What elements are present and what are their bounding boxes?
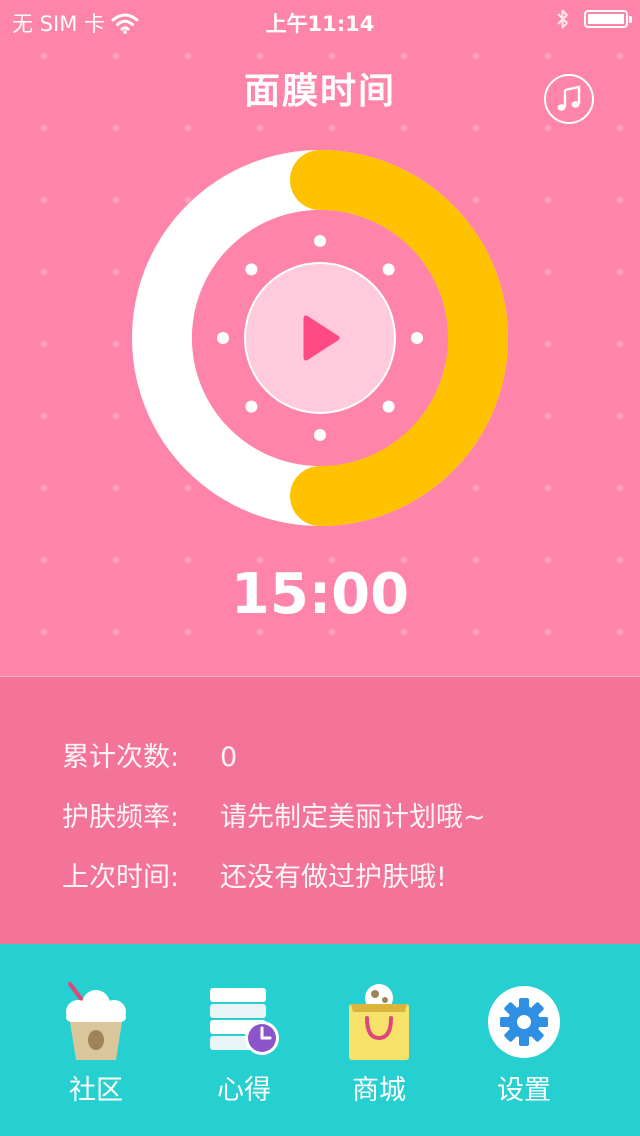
tick-dot — [314, 235, 326, 247]
info-panel: 累计次数: 0 护肤频率: 请先制定美丽计划哦~ 上次时间: 还没有做过护肤哦! — [0, 676, 640, 944]
shopping-bag-icon — [349, 984, 409, 1060]
tick-dot — [382, 400, 395, 413]
status-time: 上午11:14 — [265, 12, 375, 36]
timer-display: 15:00 — [230, 562, 410, 627]
tab-settings[interactable]: 设置 — [444, 944, 604, 1136]
info-value: 还没有做过护肤哦! — [220, 862, 447, 893]
timer-area: 无 SIM 卡 上午11:14 面膜时间 15:00 — [0, 0, 640, 676]
info-row-last-time: 上次时间: 还没有做过护肤哦! — [62, 855, 620, 894]
gear-icon — [488, 986, 560, 1058]
tab-shop[interactable]: 商城 — [299, 944, 459, 1136]
info-label: 累计次数: — [62, 742, 180, 773]
tab-label: 社区 — [69, 1075, 123, 1106]
tick-dot — [245, 400, 258, 413]
music-button[interactable] — [544, 74, 594, 124]
tab-label: 设置 — [497, 1075, 551, 1106]
tab-community[interactable]: 社区 — [16, 944, 176, 1136]
info-value: 请先制定美丽计划哦~ — [220, 802, 486, 833]
timer-dial[interactable] — [130, 148, 510, 528]
info-row-frequency: 护肤频率: 请先制定美丽计划哦~ — [62, 795, 620, 834]
info-row-count: 累计次数: 0 — [62, 735, 620, 774]
status-right — [556, 8, 632, 30]
ice-cream-cup-icon — [66, 982, 126, 1060]
music-note-icon — [557, 85, 581, 111]
notes-clock-icon — [210, 988, 279, 1055]
info-value: 0 — [220, 742, 238, 773]
bluetooth-icon — [557, 9, 568, 29]
tick-dot — [217, 332, 229, 344]
tick-dot — [382, 263, 395, 276]
tab-label: 商城 — [352, 1075, 406, 1106]
mask-timer-screen: 无 SIM 卡 上午11:14 面膜时间 15:00 累计次数: 0 护肤频率:… — [0, 0, 640, 1136]
status-bar: 无 SIM 卡 上午11:14 — [0, 0, 640, 40]
tick-dot — [314, 429, 326, 441]
battery-icon — [584, 10, 632, 28]
info-label: 上次时间: — [62, 862, 180, 893]
tick-dot — [245, 263, 258, 276]
tab-bar: 社区 心得 商城 设置 — [0, 944, 640, 1136]
page-title: 面膜时间 — [243, 71, 396, 112]
tick-dot — [411, 332, 423, 344]
info-label: 护肤频率: — [62, 802, 180, 833]
